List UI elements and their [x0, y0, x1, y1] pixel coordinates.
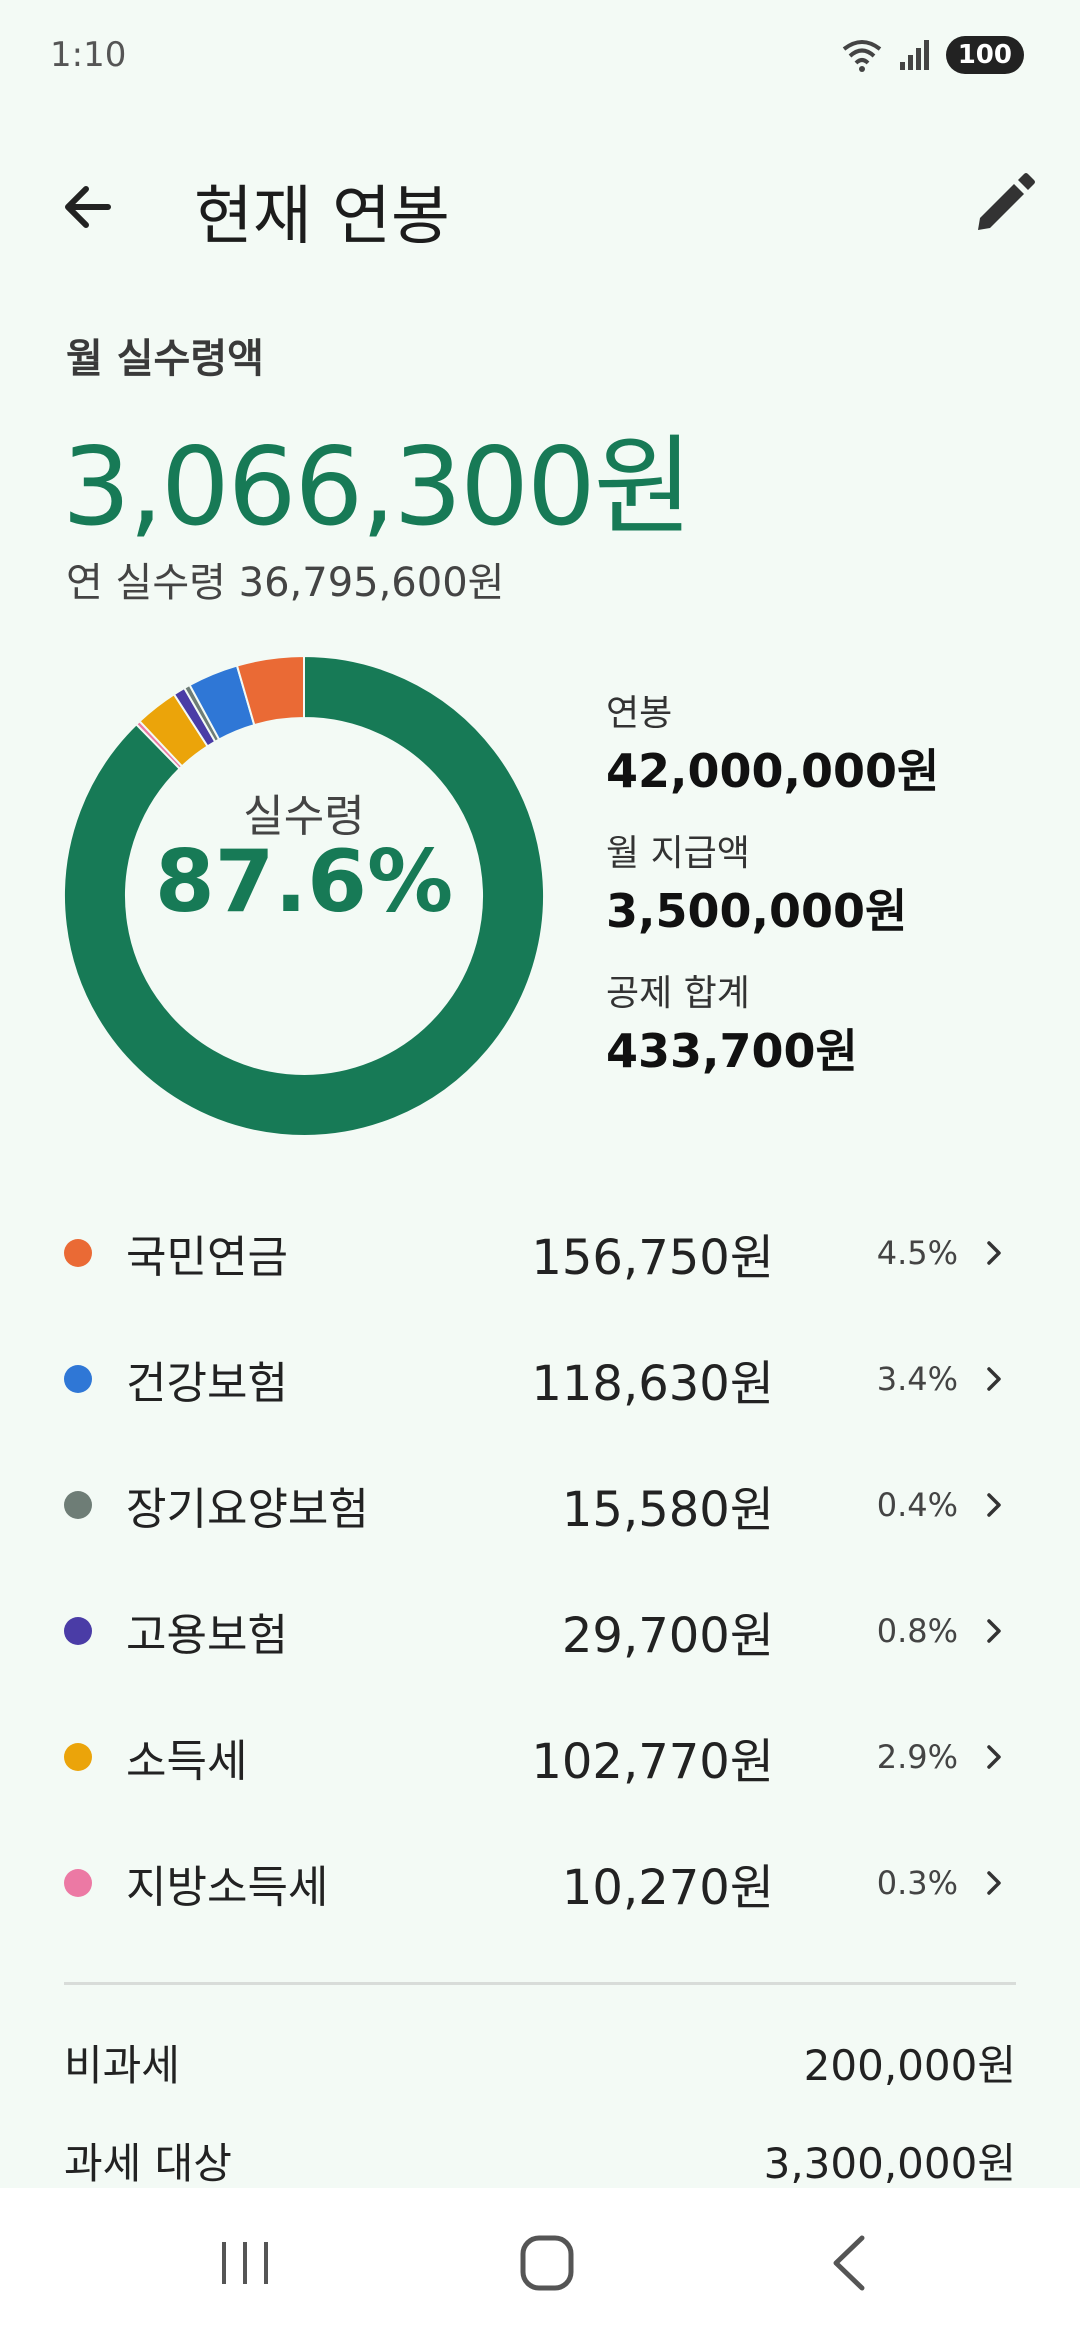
chevron-right-icon	[987, 1619, 1001, 1643]
monthly-net-label: 월 실수령액	[66, 336, 264, 382]
status-icons: 100	[840, 36, 1024, 74]
deduction-list: 국민연금 156,750원 4.5% 건강보험 118,630원 3.4% 장기…	[0, 1190, 1080, 1946]
donut-chart: 실수령 87.6%	[62, 654, 546, 1138]
deduction-amount: 15,580원	[561, 1482, 774, 1538]
legend-dot	[64, 1491, 92, 1519]
deduction-amount: 29,700원	[561, 1608, 774, 1664]
deduction-percent: 3.4%	[876, 1360, 958, 1398]
page-title: 현재 연봉	[194, 180, 450, 254]
chevron-right-icon	[987, 1493, 1001, 1517]
nontaxable-label: 비과세	[64, 2041, 180, 2090]
chevron-right-icon	[987, 1367, 1001, 1391]
legend-dot	[64, 1365, 92, 1393]
recent-apps-icon[interactable]	[205, 2228, 285, 2298]
taxable-row: 과세 대상 3,300,000원	[64, 2130, 1016, 2191]
annual-net-text: 연 실수령 36,795,600원	[66, 560, 505, 606]
legend-dot	[64, 1869, 92, 1897]
deduction-row-health-insurance[interactable]: 건강보험 118,630원 3.4%	[0, 1316, 1080, 1442]
summary-value: 433,700원	[606, 1024, 858, 1078]
deduction-row-employment-insurance[interactable]: 고용보험 29,700원 0.8%	[0, 1568, 1080, 1694]
app-bar: 현재 연봉	[0, 150, 1080, 260]
deduction-row-income-tax[interactable]: 소득세 102,770원 2.9%	[0, 1694, 1080, 1820]
back-arrow-icon[interactable]	[56, 175, 120, 239]
pencil-icon[interactable]	[968, 170, 1038, 240]
taxable-label: 과세 대상	[64, 2139, 232, 2188]
system-nav-bar	[0, 2188, 1080, 2340]
wifi-icon	[842, 40, 881, 72]
deduction-amount: 102,770원	[531, 1734, 774, 1790]
chevron-right-icon	[987, 1871, 1001, 1895]
deduction-percent: 0.8%	[876, 1612, 958, 1650]
deduction-amount: 118,630원	[531, 1356, 774, 1412]
signal-icon	[899, 40, 929, 70]
summary-label: 연봉	[606, 693, 673, 734]
status-bar: 1:10 100	[0, 0, 1080, 110]
monthly-net-amount: 3,066,300원	[62, 425, 693, 550]
legend-dot	[64, 1239, 92, 1267]
deduction-name: 장기요양보험	[126, 1484, 369, 1535]
deduction-percent: 4.5%	[876, 1234, 958, 1272]
legend-dot	[64, 1743, 92, 1771]
deduction-name: 건강보험	[126, 1358, 288, 1409]
deduction-row-long-term-care[interactable]: 장기요양보험 15,580원 0.4%	[0, 1442, 1080, 1568]
back-nav-icon[interactable]	[810, 2228, 890, 2298]
summary-label: 공제 합계	[606, 973, 750, 1014]
chevron-right-icon	[987, 1241, 1001, 1265]
deduction-amount: 156,750원	[531, 1230, 774, 1286]
summary-value: 3,500,000원	[606, 884, 908, 938]
taxable-value: 3,300,000원	[763, 2139, 1016, 2188]
divider	[64, 1982, 1016, 1985]
deduction-percent: 0.3%	[876, 1864, 958, 1902]
deduction-name: 지방소득세	[126, 1862, 329, 1913]
home-icon[interactable]	[507, 2228, 587, 2298]
deduction-row-national-pension[interactable]: 국민연금 156,750원 4.5%	[0, 1190, 1080, 1316]
summary-annual-salary: 연봉 42,000,000원	[606, 690, 1046, 804]
deduction-name: 국민연금	[126, 1232, 288, 1283]
status-time: 1:10	[50, 35, 127, 75]
legend-dot	[64, 1617, 92, 1645]
summary-label: 월 지급액	[606, 833, 750, 874]
battery-indicator: 100	[945, 36, 1024, 74]
deduction-percent: 0.4%	[876, 1486, 958, 1524]
summary-total-deduction: 공제 합계 433,700원	[606, 970, 1046, 1084]
nontaxable-value: 200,000원	[803, 2041, 1016, 2090]
donut-center-percent: 87.6%	[154, 832, 454, 932]
summary-monthly-pay: 월 지급액 3,500,000원	[606, 830, 1046, 944]
summary-value: 42,000,000원	[606, 744, 940, 798]
deduction-name: 고용보험	[126, 1610, 288, 1661]
deduction-percent: 2.9%	[876, 1738, 958, 1776]
deduction-amount: 10,270원	[561, 1860, 774, 1916]
chevron-right-icon	[987, 1745, 1001, 1769]
deduction-row-local-income-tax[interactable]: 지방소득세 10,270원 0.3%	[0, 1820, 1080, 1946]
nontaxable-row: 비과세 200,000원	[64, 2032, 1016, 2093]
deduction-name: 소득세	[126, 1736, 248, 1787]
summary-panel: 연봉 42,000,000원 월 지급액 3,500,000원 공제 합계 43…	[606, 690, 1046, 1110]
